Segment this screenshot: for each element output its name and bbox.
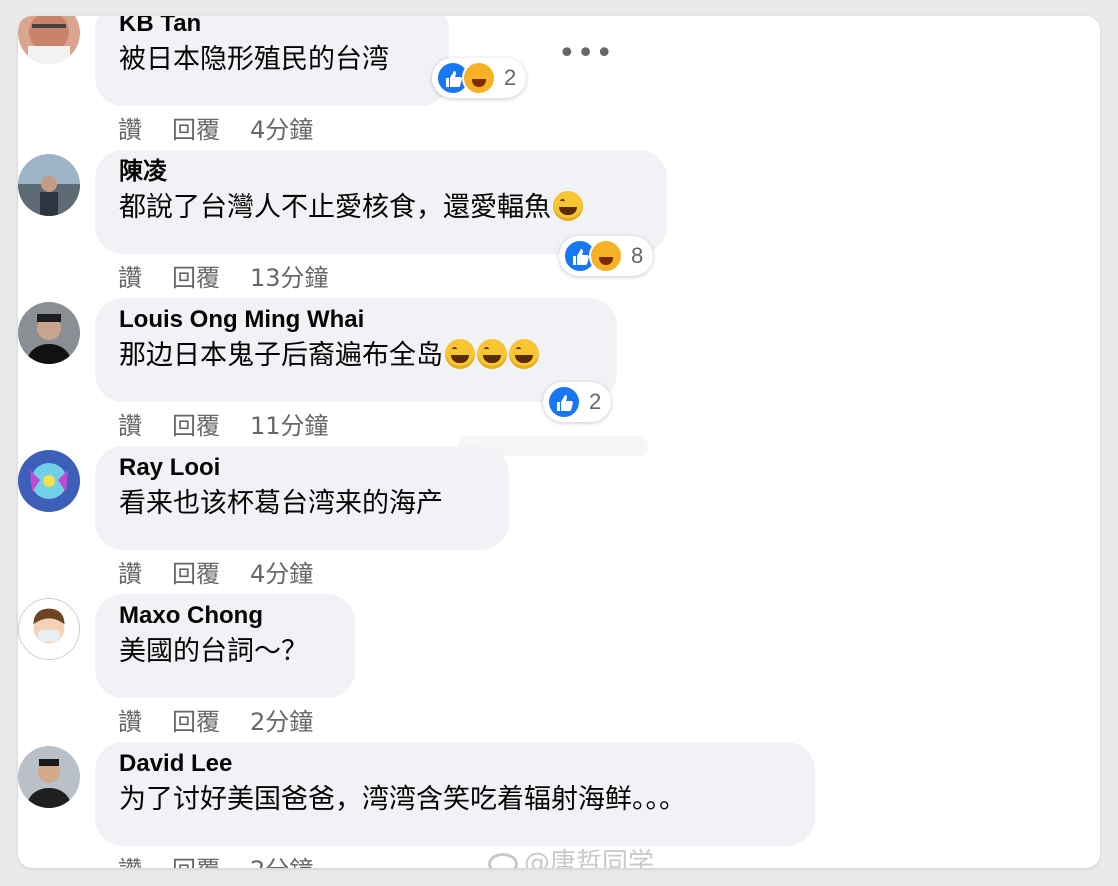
comment-actions: 讚 回覆 4分鐘 — [118, 554, 343, 589]
comment-bubble: Maxo Chong 美國的台詞～？ — [95, 594, 355, 698]
avatar[interactable] — [18, 746, 80, 808]
reply-link[interactable]: 回覆 — [172, 856, 220, 868]
reaction-summary[interactable]: 2 — [543, 382, 612, 422]
comment-text: 为了讨好美国爸爸，湾湾含笑吃着辐射海鲜。。。 — [119, 780, 791, 820]
avatar[interactable] — [18, 154, 80, 216]
comment-bubble: Ray Looi 看来也该杯葛台湾来的海产 — [95, 446, 509, 550]
watermark: @唐哲同学 — [488, 842, 654, 868]
like-link[interactable]: 讚 — [118, 856, 142, 868]
reply-link[interactable]: 回覆 — [172, 264, 220, 292]
comment-author[interactable]: KB Tan — [119, 16, 425, 40]
haha-reaction-icon — [589, 239, 623, 273]
laughing-tears-emoji-icon — [509, 339, 539, 369]
comment-text-body: 那边日本鬼子后裔遍布全岛 — [119, 340, 443, 371]
reply-link[interactable]: 回覆 — [172, 116, 220, 144]
comment-bubble: KB Tan 被日本隐形殖民的台湾 — [95, 16, 449, 106]
laughing-tears-emoji-icon — [445, 339, 475, 369]
reply-link[interactable]: 回覆 — [172, 708, 220, 736]
like-link[interactable]: 讚 — [118, 560, 142, 588]
comment-author[interactable]: 陳凌 — [119, 156, 643, 188]
comment-text: 看来也该杯葛台湾来的海产 — [119, 484, 485, 524]
comment-author[interactable]: Ray Looi — [119, 452, 485, 484]
comment-text-body: 美國的台詞～？ — [119, 636, 308, 667]
care-reaction-icon — [462, 61, 496, 95]
comment-actions: 讚 回覆 11分鐘 — [118, 406, 359, 441]
comment-text: 都說了台灣人不止愛核食，還愛輻魚 — [119, 188, 643, 228]
avatar[interactable] — [18, 16, 80, 64]
timestamp[interactable]: 13分鐘 — [250, 264, 329, 292]
comment-text: 那边日本鬼子后裔遍布全岛 — [119, 336, 593, 376]
comment-actions: 讚 回覆 13分鐘 — [118, 258, 359, 293]
comment-text: 被日本隐形殖民的台湾 — [119, 40, 425, 80]
comments-panel: KB Tan 被日本隐形殖民的台湾 2 ••• 讚回覆 4分鐘 陳凌 都說了台灣人… — [18, 16, 1100, 868]
reply-link[interactable]: 回覆 — [172, 412, 220, 440]
weibo-logo-icon — [488, 852, 518, 868]
avatar[interactable] — [18, 450, 80, 512]
like-icon — [547, 385, 581, 419]
comment-text: 美國的台詞～？ — [119, 632, 331, 672]
laughing-tears-emoji-icon — [477, 339, 507, 369]
like-link[interactable]: 讚 — [118, 116, 142, 144]
comment-author[interactable]: Louis Ong Ming Whai — [119, 304, 593, 336]
more-options-icon[interactable]: ••• — [558, 39, 614, 69]
comment-text-body: 都說了台灣人不止愛核食，還愛輻魚 — [119, 192, 551, 223]
reaction-summary[interactable]: 8 — [559, 236, 654, 276]
avatar[interactable] — [18, 598, 80, 660]
comment-actions: 讚 回覆 2分鐘 — [118, 702, 343, 737]
reply-link[interactable]: 回覆 — [172, 560, 220, 588]
comment-actions: 讚 回覆 2分鐘 — [118, 850, 343, 868]
timestamp[interactable]: 2分鐘 — [250, 856, 313, 868]
timestamp[interactable]: 2分鐘 — [250, 708, 313, 736]
comment-actions: 讚 回覆 4分鐘 — [118, 110, 343, 145]
reaction-count: 2 — [589, 389, 602, 414]
timestamp[interactable]: 4分鐘 — [250, 116, 313, 144]
reaction-summary[interactable]: 2 — [432, 58, 527, 98]
comment-author[interactable]: Maxo Chong — [119, 600, 331, 632]
watermark-text: @唐哲同学 — [524, 848, 655, 868]
avatar[interactable] — [18, 302, 80, 364]
comment-author[interactable]: David Lee — [119, 748, 791, 780]
grinning-emoji-icon — [553, 191, 583, 221]
timestamp[interactable]: 4分鐘 — [250, 560, 313, 588]
like-link[interactable]: 讚 — [118, 264, 142, 292]
comment-text-body: 看来也该杯葛台湾来的海产 — [119, 488, 443, 519]
like-link[interactable]: 讚 — [118, 708, 142, 736]
comment-text-body: 被日本隐形殖民的台湾 — [119, 44, 389, 75]
reaction-count: 2 — [504, 65, 517, 90]
comment-bubble: David Lee 为了讨好美国爸爸，湾湾含笑吃着辐射海鲜。。。 — [95, 742, 815, 846]
comment-bubble: Louis Ong Ming Whai 那边日本鬼子后裔遍布全岛 — [95, 298, 617, 402]
comment-text-body: 为了讨好美国爸爸，湾湾含笑吃着辐射海鲜。。。 — [119, 784, 686, 815]
timestamp[interactable]: 11分鐘 — [250, 412, 329, 440]
like-link[interactable]: 讚 — [118, 412, 142, 440]
reaction-count: 8 — [631, 243, 644, 268]
